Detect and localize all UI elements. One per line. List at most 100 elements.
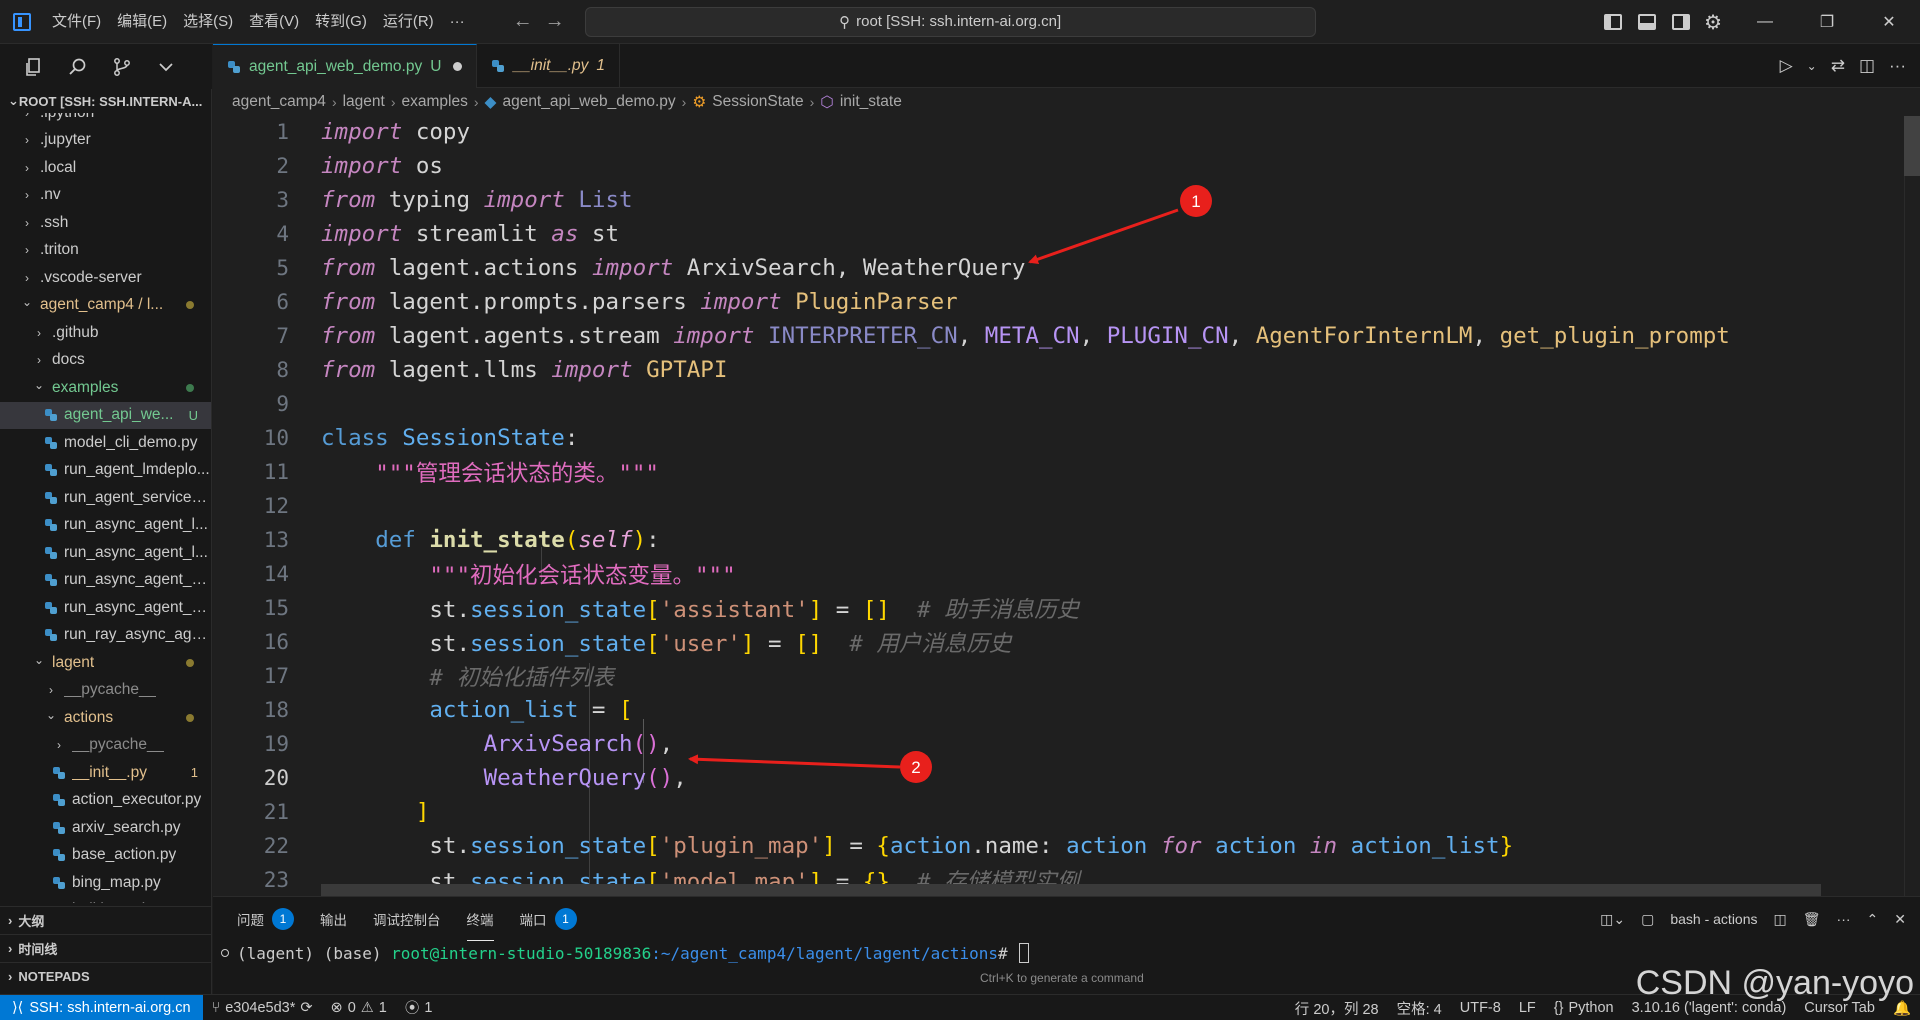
close-panel-icon[interactable]: ✕ xyxy=(1894,911,1906,928)
menu-edit[interactable]: 编辑(E) xyxy=(109,7,175,37)
tree-file[interactable]: run_agent_lmdeplo... xyxy=(0,457,211,485)
breadcrumb-item[interactable]: agent_camp4 xyxy=(232,93,326,111)
source-control-icon[interactable] xyxy=(110,55,134,79)
tree-file[interactable]: bing_map.py xyxy=(0,869,211,897)
explorer-icon[interactable] xyxy=(22,55,46,79)
python-file-icon xyxy=(52,848,66,862)
tree-folder[interactable]: ⌄ agent_camp4 / l... xyxy=(0,292,211,320)
tab-problems[interactable]: 问题 1 xyxy=(237,897,294,941)
remote-indicator[interactable]: ⟩⟨ SSH: ssh.intern-ai.org.cn xyxy=(0,994,203,1020)
run-icon[interactable]: ▷ xyxy=(1780,56,1793,76)
restore-button[interactable]: ❐ xyxy=(1796,0,1858,44)
tab-output[interactable]: 输出 xyxy=(320,897,347,941)
chevron-down-icon[interactable] xyxy=(154,55,178,79)
compare-changes-icon[interactable]: ⇄ xyxy=(1831,56,1845,76)
tree-folder[interactable]: › .triton xyxy=(0,237,211,265)
chevron-down-icon[interactable]: ⌄ xyxy=(1807,59,1817,73)
more-actions-icon[interactable]: ··· xyxy=(1889,56,1906,76)
menu-selection[interactable]: 选择(S) xyxy=(175,7,241,37)
terminal-name[interactable]: bash - actions xyxy=(1670,911,1757,927)
tree-folder[interactable]: › .vscode-server xyxy=(0,264,211,292)
tree-file[interactable]: model_cli_demo.py xyxy=(0,429,211,457)
section-outline[interactable]: › 大纲 xyxy=(0,906,211,934)
tab-agent-api-web-demo[interactable]: agent_api_web_demo.py U xyxy=(213,44,478,88)
tree-folder[interactable]: › .ssh xyxy=(0,209,211,237)
code-editor[interactable]: 1 import copy 2 import os 3 from typing imp… xyxy=(213,116,1920,896)
breadcrumb-item[interactable]: agent_api_web_demo.py xyxy=(502,93,675,111)
tab-terminal[interactable]: 终端 xyxy=(466,897,494,941)
terminal-prompt[interactable]: (lagent) (base) root@intern-studio-50189… xyxy=(221,943,1030,963)
unsaved-dot-icon[interactable] xyxy=(453,62,463,71)
split-editor-icon[interactable]: ◫ xyxy=(1859,56,1875,76)
tree-folder[interactable]: › __pycache__ xyxy=(0,677,211,705)
problems-indicator[interactable]: ⊗ 0 ⚠ 1 xyxy=(322,1000,396,1016)
gear-icon[interactable]: ⚙ xyxy=(1704,10,1722,35)
section-notepads[interactable]: › NOTEPADS xyxy=(0,962,211,990)
sync-icon[interactable]: ⟳ xyxy=(300,1000,312,1016)
new-terminal-split-icon[interactable]: ◫⌄ xyxy=(1600,911,1625,928)
search-icon[interactable] xyxy=(66,55,90,79)
tab-debug-console[interactable]: 调试控制台 xyxy=(373,897,441,941)
tree-folder[interactable]: › docs xyxy=(0,347,211,375)
tree-folder[interactable]: ⌄ lagent xyxy=(0,649,211,677)
forward-arrow-icon[interactable]: → xyxy=(545,10,565,33)
menu-run[interactable]: 运行(R) xyxy=(375,7,442,37)
menu-view[interactable]: 查看(V) xyxy=(241,7,307,37)
command-center-search[interactable]: ⚲ root [SSH: ssh.intern-ai.org.cn] xyxy=(584,6,1316,37)
breadcrumb-item[interactable]: SessionState xyxy=(712,93,803,111)
breadcrumb-item[interactable]: examples xyxy=(402,93,468,111)
close-window-button[interactable]: ✕ xyxy=(1858,0,1920,44)
tree-item-label: agent_api_we... xyxy=(64,406,174,424)
tree-file[interactable]: builtin_actions.py xyxy=(0,897,211,903)
breadcrumb-item[interactable]: init_state xyxy=(840,93,902,111)
branch-indicator[interactable]: ⑂ e304e5d3* ⟳ xyxy=(203,1000,322,1016)
ports-indicator[interactable]: ⦿ 1 xyxy=(396,997,442,1018)
tree-file[interactable]: arxiv_search.py xyxy=(0,814,211,842)
back-arrow-icon[interactable]: ← xyxy=(513,10,533,33)
horizontal-scrollbar[interactable] xyxy=(321,884,1821,896)
tree-file[interactable]: run_ray_async_age... xyxy=(0,622,211,650)
tab-ports[interactable]: 端口 1 xyxy=(520,897,577,941)
tree-file[interactable]: action_executor.py xyxy=(0,787,211,815)
more-actions-icon[interactable]: ··· xyxy=(1837,911,1851,927)
line-number: 9 xyxy=(276,392,289,416)
encoding[interactable]: UTF-8 xyxy=(1451,1000,1510,1016)
language-mode[interactable]: {} Python xyxy=(1545,1000,1623,1016)
tree-folder[interactable]: › .jupyter xyxy=(0,127,211,155)
cursor-position[interactable]: 行 20，列 28 xyxy=(1286,998,1388,1019)
tree-folder[interactable]: › .local xyxy=(0,154,211,182)
scrollbar-thumb[interactable] xyxy=(1904,116,1920,176)
tree-folder[interactable]: › .ipython xyxy=(0,113,211,127)
minimize-button[interactable]: — xyxy=(1734,0,1796,44)
tree-folder[interactable]: ⌄ examples xyxy=(0,374,211,402)
explorer-header[interactable]: ⌄ ROOT [SSH: SSH.INTERN-A... xyxy=(0,89,211,113)
tree-file[interactable]: agent_api_we... U xyxy=(0,401,211,429)
menu-file[interactable]: 文件(F) xyxy=(44,7,109,37)
toggle-primary-sidebar-icon[interactable] xyxy=(1604,14,1623,30)
tree-file[interactable]: run_async_agent_o... xyxy=(0,567,211,595)
breadcrumb-item[interactable]: lagent xyxy=(343,93,385,111)
tree-folder[interactable]: › __pycache__ xyxy=(0,732,211,760)
tree-folder[interactable]: ⌄ actions xyxy=(0,704,211,732)
menu-more[interactable]: ··· xyxy=(442,7,473,37)
toggle-panel-icon[interactable] xyxy=(1638,14,1657,30)
broadcast-icon: ⦿ xyxy=(404,1001,420,1017)
trash-icon[interactable]: 🗑 xyxy=(1803,911,1821,928)
maximize-panel-icon[interactable]: ⌃ xyxy=(1867,911,1879,928)
menu-go[interactable]: 转到(G) xyxy=(307,7,375,37)
indentation[interactable]: 空格: 4 xyxy=(1388,998,1451,1019)
vertical-scrollbar[interactable] xyxy=(1904,116,1920,896)
tree-file[interactable]: run_agent_services.... xyxy=(0,484,211,512)
tree-file[interactable]: run_async_agent_l... xyxy=(0,539,211,567)
section-timeline[interactable]: › 时间线 xyxy=(0,934,211,962)
tree-file[interactable]: run_async_agent_vl... xyxy=(0,594,211,622)
tree-file[interactable]: base_action.py xyxy=(0,842,211,870)
tree-file[interactable]: __init__.py 1 xyxy=(0,759,211,787)
end-of-line[interactable]: LF xyxy=(1510,1000,1545,1016)
tree-folder[interactable]: › .github xyxy=(0,319,211,347)
toggle-secondary-sidebar-icon[interactable] xyxy=(1672,14,1691,30)
tab-init-py[interactable]: __init__.py 1 xyxy=(477,44,621,88)
split-terminal-icon[interactable]: ◫ xyxy=(1774,911,1787,928)
tree-file[interactable]: run_async_agent_l... xyxy=(0,512,211,540)
tree-folder[interactable]: › .nv xyxy=(0,182,211,210)
